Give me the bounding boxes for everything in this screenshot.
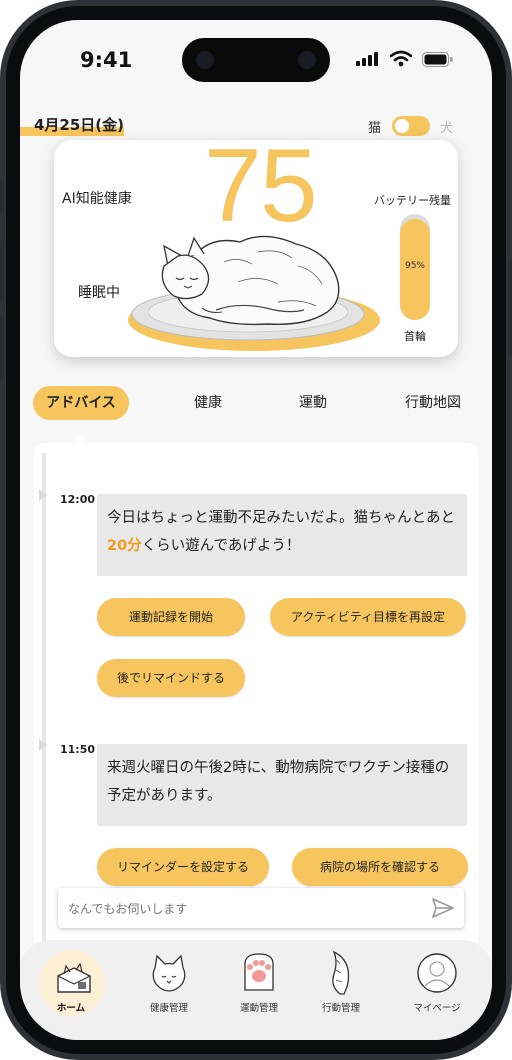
nav-exercise[interactable]: 運動管理: [214, 940, 304, 1040]
send-icon[interactable]: [432, 898, 454, 918]
battery-title: バッテリー残量: [374, 194, 451, 207]
tab-pointer: [72, 434, 88, 443]
volume-down-button: [0, 316, 4, 378]
start-exercise-record-button[interactable]: 運動記録を開始: [97, 598, 245, 636]
schedule-message-bubble: 来週火曜日の午後2時に、動物病院でワクチン接種の予定があります。: [97, 744, 467, 826]
bottom-nav: ホーム 健康管理 運動管理 行動管理 マイページ: [20, 940, 492, 1040]
timeline-line: [42, 453, 46, 973]
tab-health[interactable]: 健康: [180, 386, 236, 420]
signal-icon: [356, 52, 378, 66]
cat-tail-icon: [332, 950, 350, 995]
nav-mypage[interactable]: マイページ: [392, 940, 482, 1040]
status-bar: 9:41: [20, 20, 492, 100]
tab-bar: アドバイス 健康 運動 行動地図: [20, 386, 492, 420]
ai-health-label: AI知能健康: [62, 191, 132, 207]
chat-input-box[interactable]: [58, 888, 464, 928]
pet-type-toggle[interactable]: 猫 犬: [368, 116, 458, 136]
message-time: 12:00: [60, 493, 96, 506]
paw-icon: [244, 953, 274, 991]
message-text-tail: くらい遊んであげよう！: [141, 538, 301, 554]
sensor-icon: [196, 51, 214, 69]
timeline-marker: [39, 739, 47, 751]
device-label: 首輪: [404, 330, 426, 343]
dynamic-island: [182, 38, 330, 82]
chat-input[interactable]: [66, 896, 420, 922]
health-summary-card[interactable]: 75 AI知能健康 睡眠中 バッテリー残量 95% 首輪: [54, 140, 458, 357]
advice-message-bubble: 今日はちょっと運動不足みたいだよ。猫ちゃんとあと 20分くらい遊んであげよう！: [97, 494, 467, 576]
battery-percent: 95%: [404, 261, 425, 271]
nav-label: マイページ: [413, 1003, 461, 1014]
cat-face-icon: [152, 954, 186, 992]
mute-switch: [0, 180, 4, 214]
nav-home[interactable]: ホーム: [26, 940, 116, 1040]
profile-avatar-icon: [417, 953, 457, 993]
nav-label: ホーム: [56, 1003, 86, 1014]
message-text: 今日はちょっと運動不足みたいだよ。猫ちゃんとあと: [107, 510, 455, 526]
toggle-knob: [395, 119, 409, 133]
tab-exercise[interactable]: 運動: [285, 386, 341, 420]
battery-icon: [422, 52, 453, 67]
message-highlight: 20分: [107, 538, 142, 554]
home-cat-box-icon: [57, 962, 91, 993]
nav-label: 行動管理: [321, 1003, 360, 1014]
date-label: 4月25日(金): [34, 116, 125, 134]
nav-behavior[interactable]: 行動管理: [296, 940, 386, 1040]
volume-up-button: [0, 240, 4, 302]
check-hospital-location-button[interactable]: 病院の場所を確認する: [292, 848, 468, 886]
sleeping-cat-icon: [128, 235, 380, 351]
status-time: 9:41: [80, 48, 133, 72]
pet-state-label: 睡眠中: [78, 285, 120, 301]
nav-label: 運動管理: [239, 1003, 278, 1014]
remind-later-button[interactable]: 後でリマインドする: [97, 659, 245, 697]
nav-health[interactable]: 健康管理: [124, 940, 214, 1040]
toggle-dog-label: 犬: [440, 121, 454, 136]
set-reminder-button[interactable]: リマインダーを設定する: [97, 848, 269, 886]
camera-icon: [298, 51, 316, 69]
message-time: 11:50: [60, 743, 96, 756]
toggle-switch[interactable]: [392, 116, 430, 136]
nav-label: 健康管理: [149, 1003, 188, 1014]
timeline-marker: [39, 489, 47, 501]
app-screen: 9:41 4月25日(金) 猫 犬 75 AI知能健康 睡眠中 バッテリー残量 …: [20, 20, 492, 1040]
wifi-icon: [390, 50, 412, 67]
tab-advice[interactable]: アドバイス: [33, 386, 129, 420]
power-button: [508, 260, 512, 356]
reset-activity-goal-button[interactable]: アクティビティ目標を再設定: [270, 598, 466, 636]
toggle-cat-label: 猫: [368, 121, 382, 136]
advice-chat-panel[interactable]: 12:00 今日はちょっと運動不足みたいだよ。猫ちゃんとあと 20分くらい遊んであ…: [34, 443, 478, 973]
tab-activity-map[interactable]: 行動地図: [390, 386, 476, 420]
